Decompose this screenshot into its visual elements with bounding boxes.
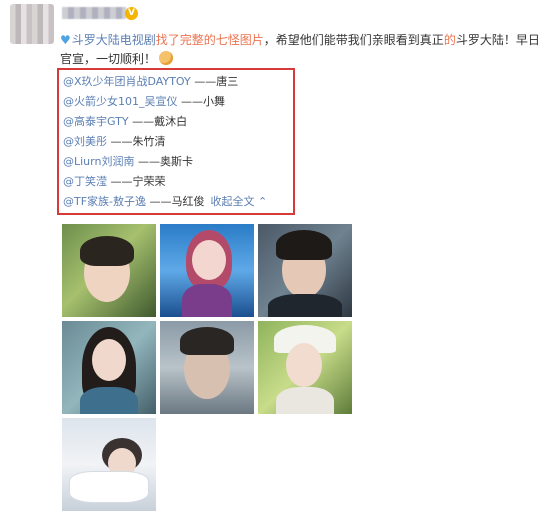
fist-emoji-icon [159,51,174,65]
photo-gao-taiyu[interactable] [258,224,352,317]
role-name: ——小舞 [181,95,225,108]
portrait-face [92,339,126,381]
portrait-hair [276,230,332,260]
photo-ding-xiaoying[interactable] [258,321,352,414]
username[interactable] [62,7,126,19]
portrait-body [70,472,148,502]
mention-link[interactable]: @TF家族-敖子逸 [63,195,146,208]
verified-badge-icon: V [125,7,138,20]
list-item: @Liurn刘润南 ——奥斯卡 [63,152,293,172]
photo-xiao-zhan[interactable] [62,224,156,317]
mention-link[interactable]: @火箭少女101_吴宣仪 [63,95,178,108]
mention-link[interactable]: @刘美彤 [63,135,107,148]
list-item: @刘美彤 ——朱竹清 [63,132,293,152]
portrait-body [80,387,138,414]
highlight-text: 的 [443,33,456,47]
avatar[interactable] [10,4,54,44]
collapse-text-link[interactable]: 收起全文 ⌃ [211,195,268,208]
role-name: ——宁荣荣 [110,175,166,188]
photo-liu-meitong[interactable] [62,321,156,414]
portrait-hair [80,236,134,266]
mention-link[interactable]: @高泰宇GTY [63,115,129,128]
topic-link[interactable]: ♥斗罗大陆电视剧 [60,33,156,47]
photo-liu-runnan[interactable] [160,321,254,414]
portrait-face [192,240,226,280]
post-text-segment: 斗罗大陆 [455,33,504,47]
photo-wu-xuanyi[interactable] [160,224,254,317]
list-item: @X玖少年团肖战DAYTOY ——唐三 [63,72,293,92]
list-item: @高泰宇GTY ——戴沐白 [63,112,293,132]
role-name: ——奥斯卡 [137,155,193,168]
mention-link[interactable]: @X玖少年团肖战DAYTOY [63,75,191,88]
mention-link[interactable]: @丁笑滢 [63,175,107,188]
list-item: @火箭少女101_吴宣仪 ——小舞 [63,92,293,112]
photo-ao-ziyi[interactable] [62,418,156,511]
portrait-body [182,284,232,317]
role-name: ——马红俊 [149,195,205,208]
list-item: @丁笑滢 ——宁荣荣 [63,172,293,192]
highlight-text: 找了完整的七怪图片 [155,33,264,47]
post-body: ♥斗罗大陆电视剧找了完整的七怪图片，希望他们能带我们亲眼看到真正的斗罗大陆！早日… [60,31,546,69]
role-name: ——戴沐白 [132,115,188,128]
portrait-hair [180,327,234,355]
mention-link[interactable]: @Liurn刘润南 [63,155,134,168]
portrait-body [276,387,334,414]
portrait-body [268,294,342,317]
portrait-face [286,343,322,387]
post-text-segment: ，希望他们能带我们亲眼看到真正 [263,33,444,47]
list-item: @TF家族-敖子逸 ——马红俊 收起全文 ⌃ [63,192,293,212]
role-name: ——朱竹清 [110,135,166,148]
role-name: ——唐三 [194,75,239,88]
topic-icon: ♥ [60,33,71,47]
cast-list: @X玖少年团肖战DAYTOY ——唐三 @火箭少女101_吴宣仪 ——小舞 @高… [63,72,293,212]
